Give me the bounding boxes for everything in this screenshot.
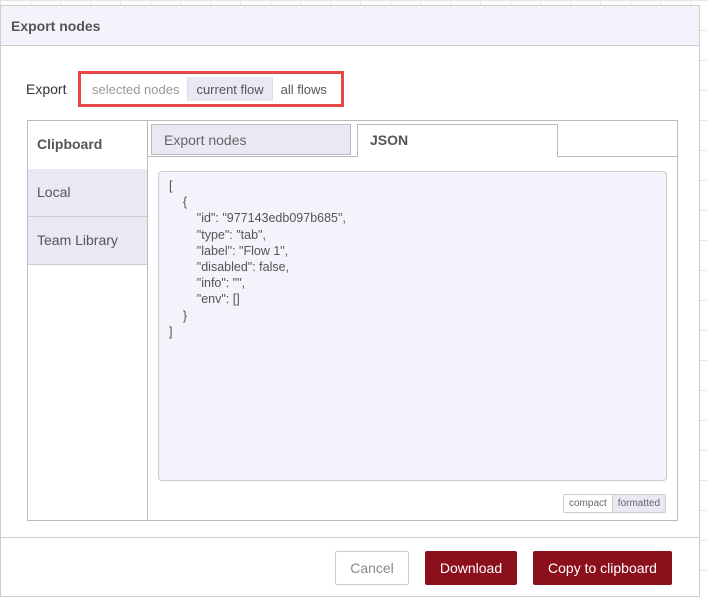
- export-panel: Clipboard Local Team Library Export node…: [27, 120, 678, 521]
- option-all-flows[interactable]: all flows: [273, 77, 335, 101]
- sidebar: Clipboard Local Team Library: [28, 121, 148, 520]
- compact-button[interactable]: compact: [564, 495, 612, 512]
- copy-to-clipboard-button[interactable]: Copy to clipboard: [533, 551, 672, 585]
- option-current-flow[interactable]: current flow: [188, 77, 273, 101]
- tab-json[interactable]: JSON: [357, 124, 558, 157]
- tab-export-nodes[interactable]: Export nodes: [151, 124, 351, 155]
- dialog-title: Export nodes: [1, 6, 699, 46]
- sidebar-item-local[interactable]: Local: [28, 169, 147, 217]
- export-dialog: Export nodes Export selected nodes curre…: [0, 5, 700, 597]
- export-label: Export: [26, 81, 67, 97]
- sidebar-item-clipboard[interactable]: Clipboard: [28, 121, 147, 169]
- formatted-button[interactable]: formatted: [611, 495, 666, 512]
- download-button[interactable]: Download: [425, 551, 517, 585]
- export-scope-selector: selected nodes current flow all flows: [78, 71, 344, 107]
- format-toggle: compact formatted: [563, 494, 667, 513]
- option-selected-nodes[interactable]: selected nodes: [84, 77, 189, 101]
- footer-divider: [1, 537, 699, 538]
- cancel-button[interactable]: Cancel: [335, 551, 409, 585]
- sidebar-item-team-library[interactable]: Team Library: [28, 217, 147, 265]
- json-textarea[interactable]: [ { "id": "977143edb097b685", "type": "t…: [158, 171, 667, 481]
